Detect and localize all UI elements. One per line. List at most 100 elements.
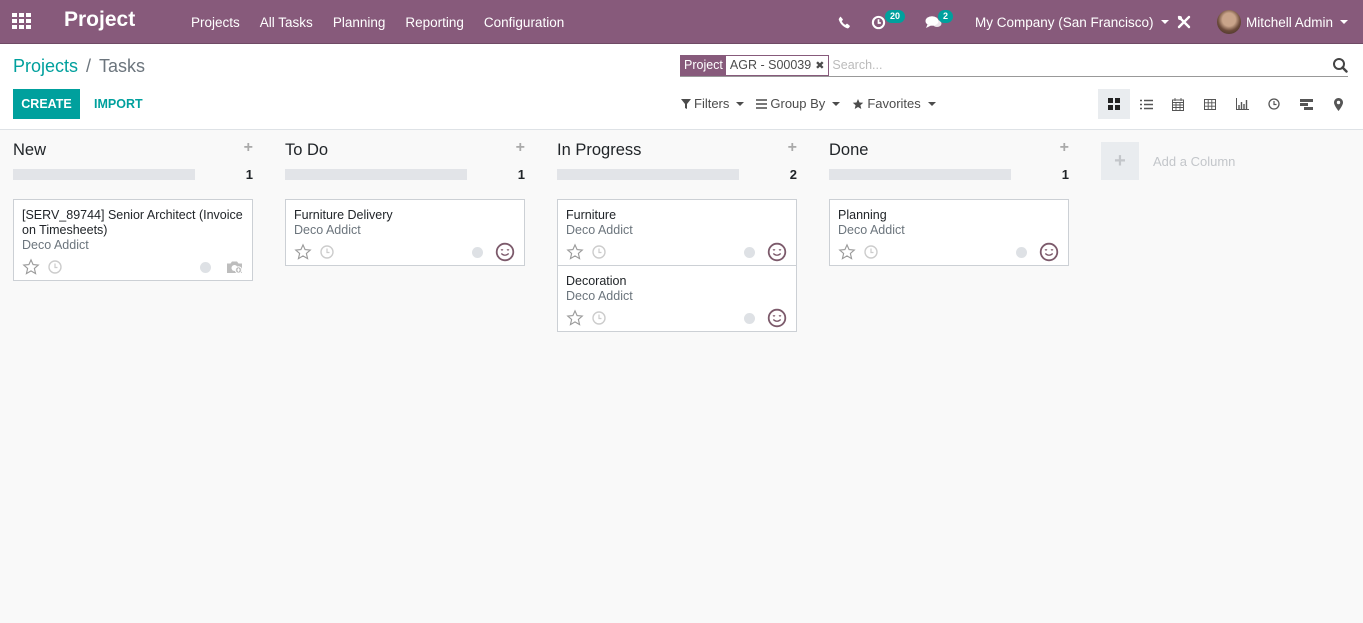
star-icon[interactable] <box>22 258 40 276</box>
breadcrumb-separator: / <box>86 56 92 76</box>
column-title[interactable]: To Do <box>285 141 328 160</box>
quick-create-icon[interactable]: + <box>788 139 797 157</box>
remove-facet-icon[interactable]: ✖ <box>815 59 824 72</box>
activity-clock-icon[interactable] <box>592 311 606 325</box>
kanban-state-indicator[interactable] <box>1016 247 1027 258</box>
column-count: 1 <box>1061 167 1069 182</box>
task-card[interactable]: Furniture Deco Addict <box>557 199 797 266</box>
list-icon <box>1139 99 1153 109</box>
kanban-state-indicator[interactable] <box>200 262 211 273</box>
task-customer: Deco Addict <box>294 223 361 237</box>
kanban-icon <box>1108 98 1120 110</box>
view-list-button[interactable] <box>1130 89 1162 119</box>
facet-value-text: AGR - S00039 <box>729 58 812 72</box>
kanban-board: New + 1 [SERV_89744] Senior Architect (I… <box>0 131 1363 623</box>
activity-button[interactable]: 20 <box>871 0 906 44</box>
view-pivot-button[interactable] <box>1194 89 1226 119</box>
menu-configuration[interactable]: Configuration <box>484 15 564 30</box>
view-map-button[interactable] <box>1322 89 1354 119</box>
clock-icon <box>871 15 886 29</box>
menu-planning[interactable]: Planning <box>333 15 386 30</box>
view-kanban-button[interactable] <box>1098 89 1130 119</box>
star-icon[interactable] <box>566 243 584 261</box>
task-card[interactable]: Decoration Deco Addict <box>557 265 797 332</box>
filter-icon <box>681 98 691 109</box>
search-icon[interactable] <box>1332 57 1348 73</box>
column-title[interactable]: New <box>13 141 46 160</box>
caret-down-icon <box>832 101 841 106</box>
task-customer: Deco Addict <box>566 223 633 237</box>
quick-create-icon[interactable]: + <box>1060 139 1069 157</box>
menu-projects[interactable]: Projects <box>191 15 240 30</box>
column-progress-bar[interactable] <box>557 169 739 180</box>
user-avatar-smile-icon[interactable] <box>767 242 787 262</box>
activity-clock-icon[interactable] <box>864 245 878 259</box>
breadcrumb-projects[interactable]: Projects <box>13 56 78 76</box>
column-count: 2 <box>789 167 797 182</box>
filters-dropdown[interactable]: Filters <box>681 96 745 111</box>
main-menu: Projects All Tasks Planning Reporting Co… <box>191 0 584 44</box>
user-avatar-smile-icon[interactable] <box>767 308 787 328</box>
view-gantt-button[interactable] <box>1290 89 1322 119</box>
task-card[interactable]: [SERV_89744] Senior Architect (Invoice o… <box>13 199 253 281</box>
column-cards: Planning Deco Addict <box>829 199 1069 266</box>
card-footer <box>294 238 516 265</box>
debug-tools-button[interactable] <box>1177 0 1191 44</box>
phone-icon <box>838 16 850 28</box>
quick-create-icon[interactable]: + <box>244 139 253 157</box>
card-footer <box>566 304 788 331</box>
kanban-state-indicator[interactable] <box>472 247 483 258</box>
add-column-button[interactable]: + Add a Column <box>1101 142 1235 180</box>
kanban-state-indicator[interactable] <box>744 313 755 324</box>
kanban-state-indicator[interactable] <box>744 247 755 258</box>
column-count: 1 <box>517 167 525 182</box>
star-icon[interactable] <box>566 309 584 327</box>
task-card[interactable]: Planning Deco Addict <box>829 199 1069 266</box>
groupby-dropdown[interactable]: Group By <box>756 96 841 111</box>
add-column-label: Add a Column <box>1153 153 1236 169</box>
calendar-icon <box>1172 97 1184 111</box>
activity-clock-icon[interactable] <box>320 245 334 259</box>
apps-menu-icon[interactable] <box>12 13 31 29</box>
activity-clock-icon[interactable] <box>48 260 62 274</box>
task-card[interactable]: Furniture Delivery Deco Addict <box>285 199 525 266</box>
bars-icon <box>756 98 768 109</box>
activity-count-badge: 20 <box>885 10 906 23</box>
user-menu[interactable]: Mitchell Admin <box>1217 0 1349 44</box>
caret-down-icon <box>927 101 936 106</box>
menu-reporting[interactable]: Reporting <box>405 15 464 30</box>
user-avatar-smile-icon[interactable] <box>495 242 515 262</box>
column-title[interactable]: Done <box>829 141 868 160</box>
tools-icon <box>1177 15 1191 29</box>
search-facet: Project AGR - S00039 ✖ <box>680 54 830 76</box>
quick-create-icon[interactable]: + <box>516 139 525 157</box>
breadcrumb: Projects / Tasks <box>13 56 145 77</box>
company-switcher[interactable]: My Company (San Francisco) <box>975 0 1169 44</box>
view-graph-button[interactable] <box>1226 89 1258 119</box>
column-progress-bar[interactable] <box>285 169 467 180</box>
view-calendar-button[interactable] <box>1162 89 1194 119</box>
column-cards: Furniture Delivery Deco Addict <box>285 199 525 266</box>
activity-clock-icon[interactable] <box>592 245 606 259</box>
star-icon[interactable] <box>838 243 856 261</box>
app-title[interactable]: Project <box>64 8 135 32</box>
search-input[interactable] <box>832 58 1348 72</box>
column-progress-bar[interactable] <box>13 169 195 180</box>
phone-button[interactable] <box>838 0 851 44</box>
messages-button[interactable]: 2 <box>925 0 954 44</box>
star-icon <box>853 98 864 109</box>
column-title[interactable]: In Progress <box>557 141 641 160</box>
column-count: 1 <box>245 167 253 182</box>
menu-all-tasks[interactable]: All Tasks <box>260 15 313 30</box>
create-button[interactable]: CREATE <box>13 89 80 119</box>
map-marker-icon <box>1333 97 1343 111</box>
star-icon[interactable] <box>294 243 312 261</box>
camera-icon[interactable] <box>226 260 243 274</box>
view-activity-button[interactable] <box>1258 89 1290 119</box>
column-progress-bar[interactable] <box>829 169 1011 180</box>
import-button[interactable]: IMPORT <box>88 89 149 119</box>
user-avatar-smile-icon[interactable] <box>1039 242 1059 262</box>
task-title: [SERV_89744] Senior Architect (Invoice o… <box>22 208 243 237</box>
favorites-dropdown[interactable]: Favorites <box>852 96 936 111</box>
clock-icon <box>1268 98 1280 110</box>
